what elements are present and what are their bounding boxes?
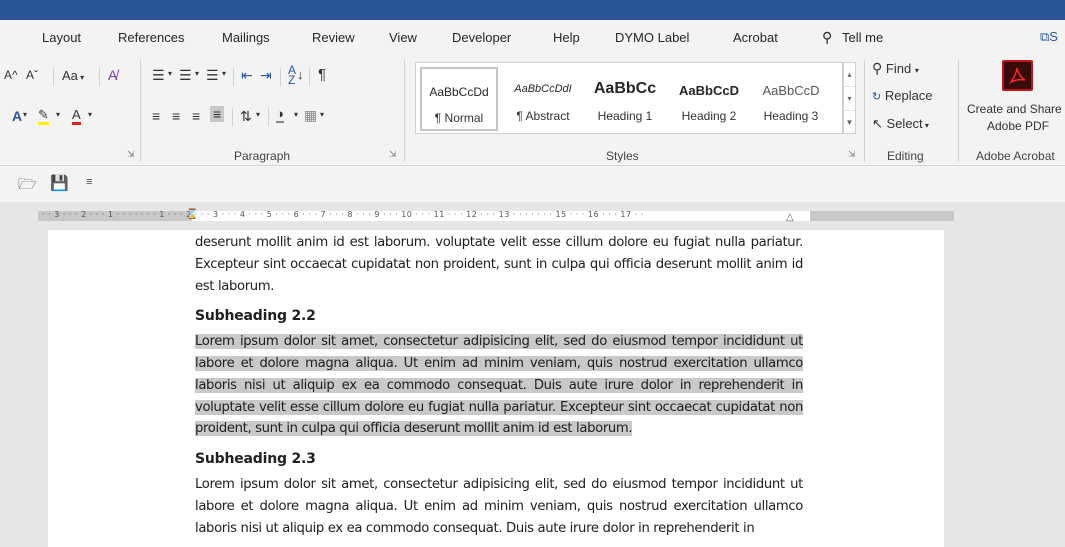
acrobat-swirl-icon <box>1008 67 1026 84</box>
paragraph-dialog-launcher-icon[interactable]: ⇲ <box>389 149 397 160</box>
style-name: Heading 3 <box>763 109 819 123</box>
replace-icon: ↻ <box>872 91 882 103</box>
sort-icon[interactable]: AZ <box>288 64 296 86</box>
open-folder-icon[interactable]: 🗁 <box>18 174 37 199</box>
multilevel-list-icon[interactable]: ☰ <box>206 67 219 84</box>
style-sample: AaBbCc <box>593 80 657 97</box>
styles-gallery-scrollbar[interactable]: ▴ ▾ ▼ <box>843 62 856 134</box>
line-spacing-icon[interactable]: ⇅ <box>240 108 252 125</box>
cursor-icon: ↖ <box>872 116 883 131</box>
right-indent-marker-icon[interactable]: △ <box>786 212 794 223</box>
tab-mailings[interactable]: Mailings <box>222 30 270 45</box>
change-case-label: Aa <box>62 68 78 83</box>
styles-dialog-launcher-icon[interactable]: ⇲ <box>848 149 856 160</box>
title-bar <box>0 0 1065 20</box>
select-button[interactable]: ↖ Select ▾ <box>872 116 929 132</box>
quick-access-toolbar: 🗁 💾 ≡ <box>0 166 1065 202</box>
numbering-icon[interactable]: ☰ <box>179 67 192 84</box>
align-right-icon[interactable]: ≡ <box>192 108 200 124</box>
tab-layout[interactable]: Layout <box>42 30 81 45</box>
tab-review[interactable]: Review <box>312 30 355 45</box>
change-case-button[interactable]: Aa ▾ <box>62 68 84 83</box>
find-button[interactable]: ⚲ Find ▾ <box>872 60 919 77</box>
create-share-pdf-label-1[interactable]: Create and Share <box>967 102 1062 116</box>
style-heading-2[interactable]: AaBbCcD Heading 2 <box>670 67 748 131</box>
style-normal[interactable]: AaBbCcDd ¶ Normal <box>420 67 498 131</box>
styles-gallery: AaBbCcDd ¶ Normal AaBbCcDdI ¶ Abstract A… <box>415 62 843 134</box>
style-name: ¶ Normal <box>434 111 484 125</box>
horizontal-ruler[interactable]: · · 3 · · · 2 · · · 1 · · · · · · · 1 · … <box>0 202 1065 230</box>
tab-acrobat[interactable]: Acrobat <box>733 30 778 45</box>
find-label: Find <box>885 61 912 76</box>
grow-font-button[interactable]: A^ <box>4 68 18 82</box>
style-name: ¶ Abstract <box>516 109 570 123</box>
style-sample: AaBbCcD <box>679 83 739 98</box>
replace-button[interactable]: ↻ Replace <box>872 88 933 103</box>
indent-marker-icon[interactable]: ⌛ <box>186 209 198 220</box>
search-icon: ⚲ <box>872 60 883 76</box>
ribbon-home: A^ Aˇ Aa ▾ A̸ A ▾ ✎ ▾ A ▾ ⇲ ☰ ▾ ☰ ▾ ☰ ▾ … <box>0 56 1065 166</box>
ribbon-tab-bar: Layout References Mailings Review View D… <box>0 20 1065 56</box>
expand-gallery-icon[interactable]: ▼ <box>844 111 855 135</box>
shrink-font-button[interactable]: Aˇ <box>26 68 38 82</box>
font-dialog-launcher-icon[interactable]: ⇲ <box>127 149 135 160</box>
style-name: Heading 1 <box>597 109 653 123</box>
clear-formatting-icon[interactable]: A̸ <box>108 67 117 83</box>
tell-me-label: Tell me <box>842 30 884 45</box>
share-button[interactable]: ⧉S <box>1040 29 1058 45</box>
chevron-down-icon[interactable]: ▾ <box>844 87 855 111</box>
shading-icon[interactable]: ◑ <box>276 107 284 123</box>
style-heading-1[interactable]: AaBbCc Heading 1 <box>586 67 664 131</box>
adobe-acrobat-group-label: Adobe Acrobat <box>976 149 1055 163</box>
paragraph-group-label: Paragraph <box>234 149 291 163</box>
tab-view[interactable]: View <box>389 30 417 45</box>
paragraph-top[interactable]: deserunt mollit anim id est laborum. vol… <box>195 232 803 297</box>
replace-label: Replace <box>884 88 933 103</box>
editing-group-label: Editing <box>887 149 924 163</box>
font-color-icon[interactable]: A <box>72 108 81 125</box>
borders-icon[interactable]: ▦ <box>304 107 317 124</box>
tab-references[interactable]: References <box>118 30 184 45</box>
style-sample: AaBbCcDdI <box>514 83 572 95</box>
paragraph-2-2-selected[interactable]: Lorem ipsum dolor sit amet, consectetur … <box>195 331 803 440</box>
save-as-icon[interactable]: 💾 <box>50 174 69 192</box>
style-sample: AaBbCcD <box>762 83 820 98</box>
select-label: Select <box>886 116 923 131</box>
subheading-2-2[interactable]: Subheading 2.2 <box>195 306 803 328</box>
highlight-color-icon[interactable]: ✎ <box>38 108 49 125</box>
style-heading-3[interactable]: AaBbCcD Heading 3 <box>752 67 830 131</box>
document-body[interactable]: deserunt mollit anim id est laborum. vol… <box>195 232 803 539</box>
document-page[interactable]: deserunt mollit anim id est laborum. vol… <box>48 230 944 547</box>
align-left-icon[interactable]: ≡ <box>152 108 160 124</box>
styles-group-label: Styles <box>606 149 639 163</box>
tab-developer[interactable]: Developer <box>452 30 511 45</box>
increase-indent-icon[interactable]: ⇥ <box>260 67 272 84</box>
selection-highlight: Lorem ipsum dolor sit amet, consectetur … <box>195 334 803 437</box>
paragraph-2-3[interactable]: Lorem ipsum dolor sit amet, consectetur … <box>195 474 803 539</box>
customize-toolbar-icon[interactable]: ≡ <box>86 176 92 188</box>
share-label: S <box>1049 29 1058 44</box>
bullets-icon[interactable]: ☰ <box>152 67 165 84</box>
ruler-ticks: · · 3 · · · 2 · · · 1 · · · · · · · 1 · … <box>42 210 644 219</box>
justify-icon[interactable]: ≡ <box>210 106 225 122</box>
decrease-indent-icon[interactable]: ⇤ <box>241 67 253 84</box>
style-abstract[interactable]: AaBbCcDdI ¶ Abstract <box>504 67 582 131</box>
show-formatting-marks-icon[interactable]: ¶ <box>318 66 326 83</box>
subheading-2-3[interactable]: Subheading 2.3 <box>195 449 803 471</box>
text-effects-icon[interactable]: A <box>12 108 22 124</box>
lightbulb-search-icon: ⚲ <box>822 29 833 45</box>
create-share-pdf-label-2[interactable]: Adobe PDF <box>987 119 1049 133</box>
style-name: Heading 2 <box>681 109 737 123</box>
tab-help[interactable]: Help <box>553 30 580 45</box>
align-center-icon[interactable]: ≡ <box>172 108 180 124</box>
tell-me-search[interactable]: ⚲ Tell me <box>822 29 884 45</box>
tab-dymo-label[interactable]: DYMO Label <box>615 30 689 45</box>
adobe-acrobat-icon[interactable] <box>1002 60 1033 91</box>
chevron-up-icon[interactable]: ▴ <box>844 63 855 87</box>
style-sample: AaBbCcDd <box>429 85 489 99</box>
